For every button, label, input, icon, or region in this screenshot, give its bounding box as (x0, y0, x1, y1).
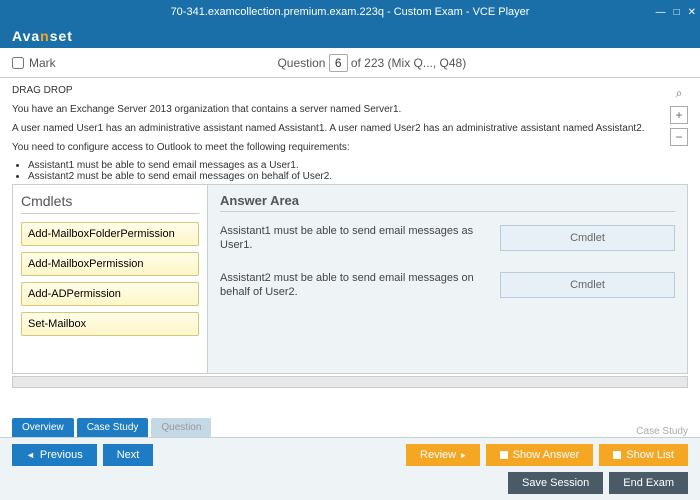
logo-text: Ava (12, 28, 40, 44)
show-answer-button[interactable]: Show Answer (486, 444, 594, 466)
button-label: Show List (626, 449, 674, 461)
tab-overview[interactable]: Overview (12, 418, 74, 437)
requirement-item: Assistant1 must be able to send email me… (28, 160, 688, 171)
save-session-button[interactable]: Save Session (508, 472, 603, 494)
tab-question[interactable]: Question (151, 418, 211, 437)
drop-slot[interactable]: Cmdlet (500, 225, 675, 251)
square-icon (613, 451, 621, 459)
title-bar: 70-341.examcollection.premium.exam.223q … (0, 0, 700, 24)
cmdlet-item[interactable]: Add-MailboxFolderPermission (21, 222, 199, 246)
answer-text: Assistant1 must be able to send email me… (220, 224, 490, 253)
magnify-icon[interactable]: ⌕ (670, 84, 688, 102)
button-label: Previous (40, 449, 83, 461)
maximize-icon[interactable]: □ (674, 7, 680, 18)
question-label: Question (277, 56, 325, 70)
cmdlet-item[interactable]: Add-ADPermission (21, 282, 199, 306)
next-button[interactable]: Next (103, 444, 154, 466)
window-controls: — □ ✕ (656, 7, 696, 18)
minimize-icon[interactable]: — (656, 7, 666, 18)
button-row: Previous Next Review Show Answer Show Li… (0, 437, 700, 472)
content-line: A user named User1 has an administrative… (12, 122, 688, 135)
drag-drop-zone: Cmdlets Add-MailboxFolderPermission Add-… (12, 184, 688, 374)
divider (21, 213, 199, 214)
tab-case-right: Case Study (636, 426, 688, 437)
logo-accent: n (40, 28, 50, 44)
zoom-controls: ⌕ + − (670, 84, 688, 146)
content-line: You need to configure access to Outlook … (12, 141, 688, 154)
tab-case-study[interactable]: Case Study (77, 418, 149, 437)
requirement-item: Assistant2 must be able to send email me… (28, 171, 688, 182)
answer-row: Assistant1 must be able to send email me… (220, 224, 675, 253)
cmdlet-item[interactable]: Add-MailboxPermission (21, 252, 199, 276)
show-list-button[interactable]: Show List (599, 444, 688, 466)
question-total: of 223 (Mix Q..., Q48) (351, 56, 466, 70)
question-bar: Mark Question 6 of 223 (Mix Q..., Q48) (0, 48, 700, 78)
cmdlets-title: Cmdlets (21, 193, 199, 209)
answer-area-title: Answer Area (220, 193, 675, 208)
footer: Overview Case Study Question Case Study … (0, 418, 700, 500)
question-content: DRAG DROP You have an Exchange Server 20… (0, 78, 700, 184)
cmdlets-panel: Cmdlets Add-MailboxFolderPermission Add-… (13, 185, 208, 373)
horizontal-scrollbar[interactable] (12, 376, 688, 388)
previous-button[interactable]: Previous (12, 444, 97, 466)
button-label: Next (117, 449, 140, 461)
logo-text2: set (50, 28, 73, 44)
drop-slot[interactable]: Cmdlet (500, 272, 675, 298)
mark-checkbox-label[interactable]: Mark (12, 56, 56, 70)
answer-text: Assistant2 must be able to send email me… (220, 271, 490, 300)
requirement-list: Assistant1 must be able to send email me… (28, 160, 688, 182)
logo: Avanset (12, 28, 73, 44)
content-line: DRAG DROP (12, 84, 688, 97)
content-line: You have an Exchange Server 2013 organiz… (12, 103, 688, 116)
answer-area: Answer Area Assistant1 must be able to s… (208, 185, 687, 373)
zoom-in-button[interactable]: + (670, 106, 688, 124)
square-icon (500, 451, 508, 459)
answer-row: Assistant2 must be able to send email me… (220, 271, 675, 300)
button-label: Review (420, 449, 456, 461)
end-exam-button[interactable]: End Exam (609, 472, 688, 494)
window-title: 70-341.examcollection.premium.exam.223q … (171, 6, 530, 18)
mark-label: Mark (29, 56, 56, 70)
review-button[interactable]: Review (406, 444, 480, 466)
mark-checkbox[interactable] (12, 57, 24, 69)
zoom-out-button[interactable]: − (670, 128, 688, 146)
question-counter: Question 6 of 223 (Mix Q..., Q48) (56, 54, 688, 72)
question-number: 6 (329, 54, 348, 72)
close-icon[interactable]: ✕ (688, 7, 696, 18)
app-header: Avanset (0, 24, 700, 48)
tab-bar: Overview Case Study Question Case Study (0, 418, 700, 437)
cmdlet-item[interactable]: Set-Mailbox (21, 312, 199, 336)
button-row-2: Save Session End Exam (0, 472, 700, 500)
button-label: Show Answer (513, 449, 580, 461)
divider (220, 211, 675, 212)
